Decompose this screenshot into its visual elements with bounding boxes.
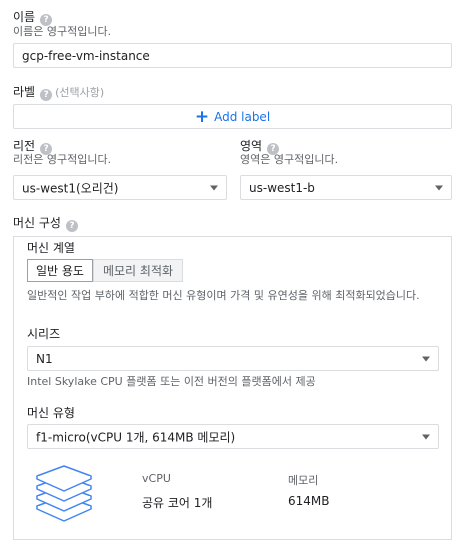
labels-label: 라벨 bbox=[13, 85, 36, 99]
vcpu-value: 공유 코어 1개 bbox=[142, 496, 213, 510]
vcpu-header: vCPU bbox=[142, 472, 171, 485]
zone-label: 영역 bbox=[240, 139, 263, 153]
series-select-value: N1 bbox=[36, 351, 53, 366]
chevron-down-icon bbox=[422, 356, 430, 361]
memory-value: 614MB bbox=[288, 494, 330, 508]
chevron-down-icon bbox=[422, 434, 430, 439]
name-input[interactable]: gcp-free-vm-instance bbox=[13, 43, 452, 68]
region-select-value: us-west1(오리건) bbox=[22, 181, 119, 195]
region-hint: 리전은 영구적입니다. bbox=[13, 153, 112, 166]
series-description: Intel Skylake CPU 플랫폼 또는 이전 버전의 플랫폼에서 제공 bbox=[27, 375, 316, 388]
series-label: 시리즈 bbox=[27, 327, 61, 341]
add-label-button[interactable]: + Add label bbox=[13, 104, 452, 129]
region-label: 리전 bbox=[13, 139, 36, 153]
machine-type-select[interactable]: f1-micro(vCPU 1개, 614MB 메모리) bbox=[27, 424, 439, 449]
plus-icon: + bbox=[194, 106, 210, 127]
machine-family-label: 머신 계열 bbox=[27, 241, 75, 255]
tab-memory-optimized-label: 메모리 최적화 bbox=[102, 264, 174, 278]
name-label: 이름 bbox=[13, 10, 36, 24]
add-label-text: Add label bbox=[214, 109, 271, 124]
machine-config-label-row: 머신 구성? bbox=[13, 216, 78, 232]
region-select[interactable]: us-west1(오리건) bbox=[13, 175, 227, 200]
name-label-row: 이름? bbox=[13, 10, 53, 26]
chevron-down-icon bbox=[435, 185, 443, 190]
machine-type-label: 머신 유형 bbox=[27, 406, 75, 420]
help-circle-icon[interactable]: ? bbox=[40, 89, 53, 101]
machine-family-description: 일반적인 작업 부하에 적합한 머신 유형이며 가격 및 유연성을 위해 최적화… bbox=[27, 289, 420, 302]
zone-select[interactable]: us-west1-b bbox=[240, 175, 452, 200]
memory-header: 메모리 bbox=[288, 474, 319, 487]
tab-general-purpose-label: 일반 용도 bbox=[36, 264, 84, 278]
zone-hint: 영역은 영구적입니다. bbox=[240, 153, 339, 166]
machine-type-select-value: f1-micro(vCPU 1개, 614MB 메모리) bbox=[36, 430, 236, 444]
labels-optional: (선택사항) bbox=[55, 86, 105, 99]
help-circle-icon[interactable]: ? bbox=[65, 220, 78, 232]
tab-general-purpose[interactable]: 일반 용도 bbox=[27, 259, 93, 282]
chevron-down-icon bbox=[210, 185, 218, 190]
zone-select-value: us-west1-b bbox=[249, 180, 315, 195]
labels-label-row: 라벨? (선택사항) bbox=[13, 85, 104, 101]
stacked-layers-icon bbox=[36, 465, 92, 522]
machine-config-label: 머신 구성 bbox=[13, 216, 61, 230]
name-hint: 이름은 영구적입니다. bbox=[13, 25, 112, 38]
series-select[interactable]: N1 bbox=[27, 346, 439, 371]
name-input-value: gcp-free-vm-instance bbox=[22, 48, 150, 63]
tab-memory-optimized[interactable]: 메모리 최적화 bbox=[93, 259, 183, 282]
